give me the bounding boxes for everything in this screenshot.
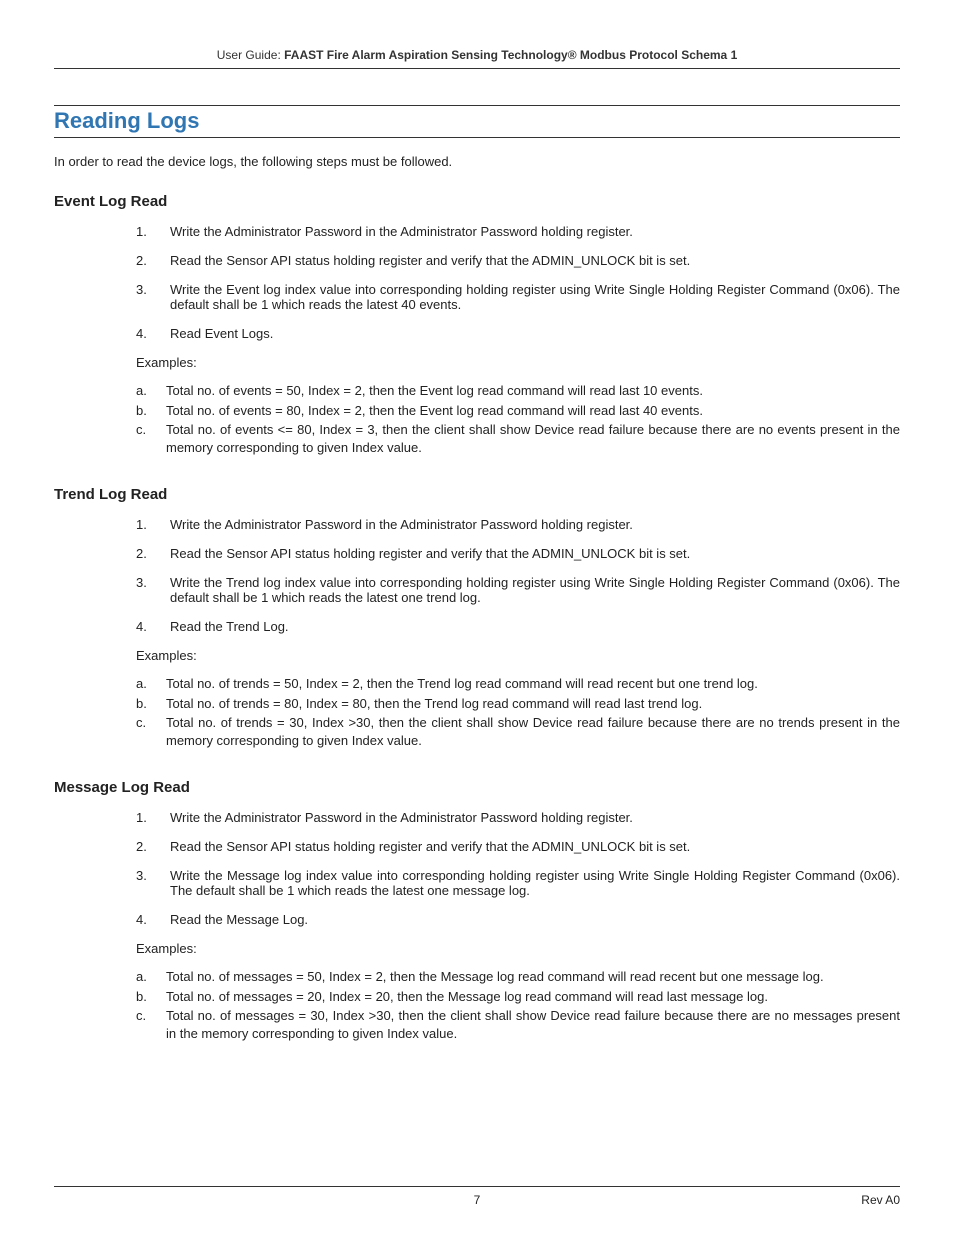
example-text: Total no. of messages = 50, Index = 2, t… (166, 968, 900, 986)
example-item: c.Total no. of trends = 30, Index >30, t… (136, 714, 900, 749)
example-text: Total no. of trends = 50, Index = 2, the… (166, 675, 900, 693)
example-item: a. Total no. of messages = 50, Index = 2,… (136, 968, 900, 986)
example-item: c.Total no. of events <= 80, Index = 3, … (136, 421, 900, 456)
example-text: Total no. of messages = 30, Index >30, t… (166, 1007, 900, 1042)
step-text: Write the Administrator Password in the … (170, 810, 900, 825)
examples-label: Examples: (54, 941, 900, 956)
step-number: 4. (136, 619, 160, 634)
example-text: Total no. of events = 80, Index = 2, the… (166, 402, 900, 420)
example-letter: a. (136, 382, 158, 400)
example-item: a. Total no. of events = 50, Index = 2, t… (136, 382, 900, 400)
step-text: Read the Sensor API status holding regis… (170, 546, 900, 561)
example-item: a. Total no. of trends = 50, Index = 2, t… (136, 675, 900, 693)
example-letter: c. (136, 421, 158, 456)
step-number: 1. (136, 224, 160, 239)
step-text: Read the Sensor API status holding regis… (170, 253, 900, 268)
step-number: 3. (136, 575, 160, 605)
examples-label: Examples: (54, 355, 900, 370)
example-text: Total no. of trends = 30, Index >30, the… (166, 714, 900, 749)
header-prefix: User Guide: (217, 48, 284, 62)
step-text: Read the Message Log. (170, 912, 900, 927)
step-text: Read the Trend Log. (170, 619, 900, 634)
example-item: b. Total no. of trends = 80, Index = 80, … (136, 695, 900, 713)
example-letter: c. (136, 1007, 158, 1042)
step-text: Read Event Logs. (170, 326, 900, 341)
step-item: 2. Read the Sensor API status holding reg… (136, 839, 900, 854)
example-letter: b. (136, 695, 158, 713)
subsection-title-trend: Trend Log Read (54, 486, 900, 503)
step-text: Write the Event log index value into cor… (170, 282, 900, 312)
example-letter: b. (136, 988, 158, 1006)
example-text: Total no. of messages = 20, Index = 20, … (166, 988, 900, 1006)
step-number: 4. (136, 912, 160, 927)
step-number: 1. (136, 517, 160, 532)
example-item: c.Total no. of messages = 30, Index >30,… (136, 1007, 900, 1042)
step-item: 4. Read the Trend Log. (136, 619, 900, 634)
example-text: Total no. of trends = 80, Index = 80, th… (166, 695, 900, 713)
step-item: 3. Write the Trend log index value into c… (136, 575, 900, 605)
step-item: 4. Read Event Logs. (136, 326, 900, 341)
step-item: 1. Write the Administrator Password in th… (136, 224, 900, 239)
page-footer: 7 Rev A0 (54, 1186, 900, 1207)
document-page: User Guide: FAAST Fire Alarm Aspiration … (0, 0, 954, 1235)
page-header: User Guide: FAAST Fire Alarm Aspiration … (54, 48, 900, 69)
examples-list: a. Total no. of trends = 50, Index = 2, t… (54, 675, 900, 749)
examples-list: a. Total no. of events = 50, Index = 2, t… (54, 382, 900, 456)
step-item: 4. Read the Message Log. (136, 912, 900, 927)
example-letter: a. (136, 675, 158, 693)
step-number: 3. (136, 868, 160, 898)
subsection-title-message: Message Log Read (54, 779, 900, 796)
subsection-title-event: Event Log Read (54, 193, 900, 210)
example-text: Total no. of events <= 80, Index = 3, th… (166, 421, 900, 456)
example-item: b. Total no. of messages = 20, Index = 20… (136, 988, 900, 1006)
step-text: Write the Trend log index value into cor… (170, 575, 900, 605)
step-text: Read the Sensor API status holding regis… (170, 839, 900, 854)
step-text: Write the Administrator Password in the … (170, 224, 900, 239)
examples-list: a. Total no. of messages = 50, Index = 2,… (54, 968, 900, 1042)
section-title: Reading Logs (54, 105, 900, 138)
step-text: Write the Message log index value into c… (170, 868, 900, 898)
page-number: 7 (474, 1193, 481, 1207)
header-title: FAAST Fire Alarm Aspiration Sensing Tech… (284, 48, 737, 62)
step-number: 2. (136, 253, 160, 268)
step-number: 3. (136, 282, 160, 312)
step-number: 2. (136, 839, 160, 854)
step-item: 1. Write the Administrator Password in th… (136, 810, 900, 825)
steps-list: 1. Write the Administrator Password in th… (54, 224, 900, 341)
step-item: 2. Read the Sensor API status holding reg… (136, 546, 900, 561)
step-number: 2. (136, 546, 160, 561)
step-item: 1. Write the Administrator Password in th… (136, 517, 900, 532)
step-number: 4. (136, 326, 160, 341)
intro-text: In order to read the device logs, the fo… (54, 154, 900, 169)
example-letter: c. (136, 714, 158, 749)
revision-label: Rev A0 (861, 1193, 900, 1207)
step-text: Write the Administrator Password in the … (170, 517, 900, 532)
examples-label: Examples: (54, 648, 900, 663)
step-number: 1. (136, 810, 160, 825)
step-item: 3. Write the Message log index value into… (136, 868, 900, 898)
steps-list: 1. Write the Administrator Password in th… (54, 810, 900, 927)
example-letter: a. (136, 968, 158, 986)
example-text: Total no. of events = 50, Index = 2, the… (166, 382, 900, 400)
steps-list: 1. Write the Administrator Password in th… (54, 517, 900, 634)
example-letter: b. (136, 402, 158, 420)
example-item: b. Total no. of events = 80, Index = 2, t… (136, 402, 900, 420)
step-item: 2. Read the Sensor API status holding reg… (136, 253, 900, 268)
step-item: 3. Write the Event log index value into c… (136, 282, 900, 312)
